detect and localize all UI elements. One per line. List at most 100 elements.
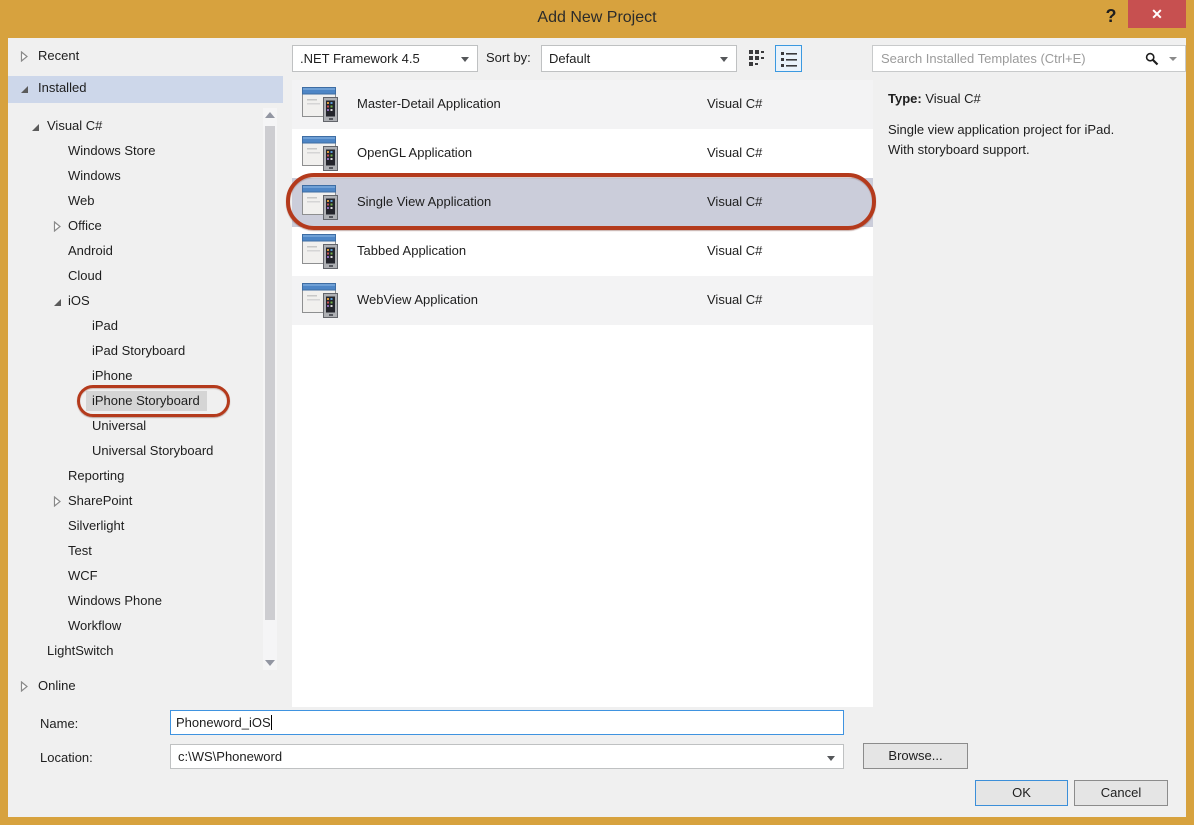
type-label: Type:: [888, 91, 922, 106]
tree-item-office[interactable]: Office: [8, 214, 283, 239]
tree-item-label: Test: [68, 543, 92, 558]
tree-item-visual-c-[interactable]: Visual C#: [8, 114, 283, 139]
tree-scrollbar[interactable]: [263, 108, 277, 670]
tree-item-workflow[interactable]: Workflow: [8, 614, 283, 639]
name-label: Name:: [40, 716, 78, 731]
name-field-value: Phoneword_iOS: [176, 715, 271, 730]
close-button[interactable]: ✕: [1128, 0, 1186, 28]
tree-item-recent[interactable]: Recent: [8, 44, 283, 71]
tree-item-label: SharePoint: [68, 493, 132, 508]
framework-dropdown[interactable]: .NET Framework 4.5: [292, 45, 478, 72]
template-row-tabbed-application[interactable]: Tabbed Application Visual C#: [292, 227, 873, 276]
scrollbar-thumb[interactable]: [265, 126, 275, 620]
location-label: Location:: [40, 750, 93, 765]
expand-arrow-icon[interactable]: [20, 680, 32, 692]
collapse-arrow-icon[interactable]: [53, 295, 65, 307]
tree-item-cloud[interactable]: Cloud: [8, 264, 283, 289]
tree-item-label: Workflow: [68, 618, 121, 633]
csharp-project-icon: [301, 133, 343, 177]
chevron-down-icon: [461, 57, 469, 62]
dialog-title: Add New Project: [0, 9, 1194, 27]
template-name: Master-Detail Application: [357, 96, 501, 111]
sort-by-label: Sort by:: [486, 50, 531, 65]
description-line: With storyboard support.: [888, 142, 1030, 157]
tree-item-iphone[interactable]: iPhone: [8, 364, 283, 389]
expand-arrow-icon[interactable]: [53, 495, 65, 507]
tree-item-label: Online: [38, 678, 76, 693]
tree-item-label: LightSwitch: [47, 643, 113, 658]
tree-item-label: iPad Storyboard: [92, 343, 185, 358]
tree-item-iphone-storyboard[interactable]: iPhone Storyboard: [8, 389, 283, 414]
tree-item-label: Cloud: [68, 268, 102, 283]
list-view-button[interactable]: [775, 45, 802, 72]
tree-item-windows-store[interactable]: Windows Store: [8, 139, 283, 164]
tree-item-installed[interactable]: Installed: [8, 76, 283, 103]
tree-item-label: Silverlight: [68, 518, 124, 533]
tree-item-silverlight[interactable]: Silverlight: [8, 514, 283, 539]
location-dropdown[interactable]: c:\WS\Phoneword: [170, 744, 844, 769]
template-language: Visual C#: [707, 243, 762, 258]
collapse-arrow-icon[interactable]: [31, 120, 43, 132]
help-icon[interactable]: ?: [1098, 3, 1124, 29]
tree-item-label: Windows Phone: [68, 593, 162, 608]
tree-item-ios[interactable]: iOS: [8, 289, 283, 314]
tree-item-windows[interactable]: Windows: [8, 164, 283, 189]
tree-item-reporting[interactable]: Reporting: [8, 464, 283, 489]
tree-item-ipad-storyboard[interactable]: iPad Storyboard: [8, 339, 283, 364]
tree-item-wcf[interactable]: WCF: [8, 564, 283, 589]
tree-item-label: iPad: [92, 318, 118, 333]
cancel-button[interactable]: Cancel: [1074, 780, 1168, 806]
sort-dropdown-value: Default: [549, 51, 590, 66]
expand-arrow-icon[interactable]: [20, 50, 32, 62]
tree-item-label: Windows: [68, 168, 121, 183]
search-placeholder: Search Installed Templates (Ctrl+E): [881, 51, 1086, 66]
expand-arrow-icon[interactable]: [53, 220, 65, 232]
template-language: Visual C#: [707, 292, 762, 307]
tree-item-web[interactable]: Web: [8, 189, 283, 214]
tree-item-test[interactable]: Test: [8, 539, 283, 564]
template-row-single-view-application[interactable]: Single View ApplicationVisual C#: [292, 178, 873, 227]
template-language: Visual C#: [707, 96, 762, 111]
name-field[interactable]: Phoneword_iOS: [170, 710, 844, 735]
list-view-icon: [781, 51, 798, 68]
scroll-up-icon[interactable]: [265, 112, 275, 118]
tree-item-label: Installed: [38, 80, 86, 95]
sort-dropdown[interactable]: Default: [541, 45, 737, 72]
tree-item-universal-storyboard[interactable]: Universal Storyboard: [8, 439, 283, 464]
search-icon[interactable]: [1145, 52, 1159, 66]
template-row-master-detail-application[interactable]: Master-Detail Application Visual C#: [292, 80, 873, 129]
search-input[interactable]: Search Installed Templates (Ctrl+E): [872, 45, 1186, 72]
csharp-project-icon: [301, 231, 343, 275]
browse-button[interactable]: Browse...: [863, 743, 968, 769]
tree-item-label: iPhone Storyboard: [86, 391, 207, 411]
template-language: Visual C#: [707, 145, 762, 160]
tree-item-windows-phone[interactable]: Windows Phone: [8, 589, 283, 614]
collapse-arrow-icon[interactable]: [20, 82, 32, 94]
tree-item-online[interactable]: Online: [8, 674, 283, 701]
tree-item-lightswitch[interactable]: LightSwitch: [8, 639, 283, 664]
scroll-down-icon[interactable]: [265, 660, 275, 666]
framework-dropdown-value: .NET Framework 4.5: [300, 51, 420, 66]
chevron-down-icon: [827, 756, 835, 761]
ok-button[interactable]: OK: [975, 780, 1068, 806]
small-icons-view-button[interactable]: [744, 45, 771, 72]
template-row-opengl-application[interactable]: OpenGL Application Visual C#: [292, 129, 873, 178]
tree-item-label: Visual C#: [47, 118, 102, 133]
template-type-line: Type: Visual C#: [888, 91, 981, 106]
text-caret: [271, 715, 272, 730]
tree-item-ipad[interactable]: iPad: [8, 314, 283, 339]
csharp-project-icon: [301, 84, 343, 128]
chevron-down-icon: [720, 57, 728, 62]
type-value: Visual C#: [925, 91, 980, 106]
tree-item-sharepoint[interactable]: SharePoint: [8, 489, 283, 514]
search-options-chevron-icon[interactable]: [1169, 57, 1177, 61]
tree-item-label: iPhone: [92, 368, 132, 383]
tree-item-android[interactable]: Android: [8, 239, 283, 264]
template-name: Tabbed Application: [357, 243, 466, 258]
small-icons-icon: [749, 50, 766, 67]
template-name: OpenGL Application: [357, 145, 472, 160]
tree-item-universal[interactable]: Universal: [8, 414, 283, 439]
template-name: Single View Application: [357, 194, 491, 209]
title-bar: Add New Project ? ✕: [0, 0, 1194, 38]
template-row-webview-application[interactable]: WebView ApplicationVisual C#: [292, 276, 873, 325]
